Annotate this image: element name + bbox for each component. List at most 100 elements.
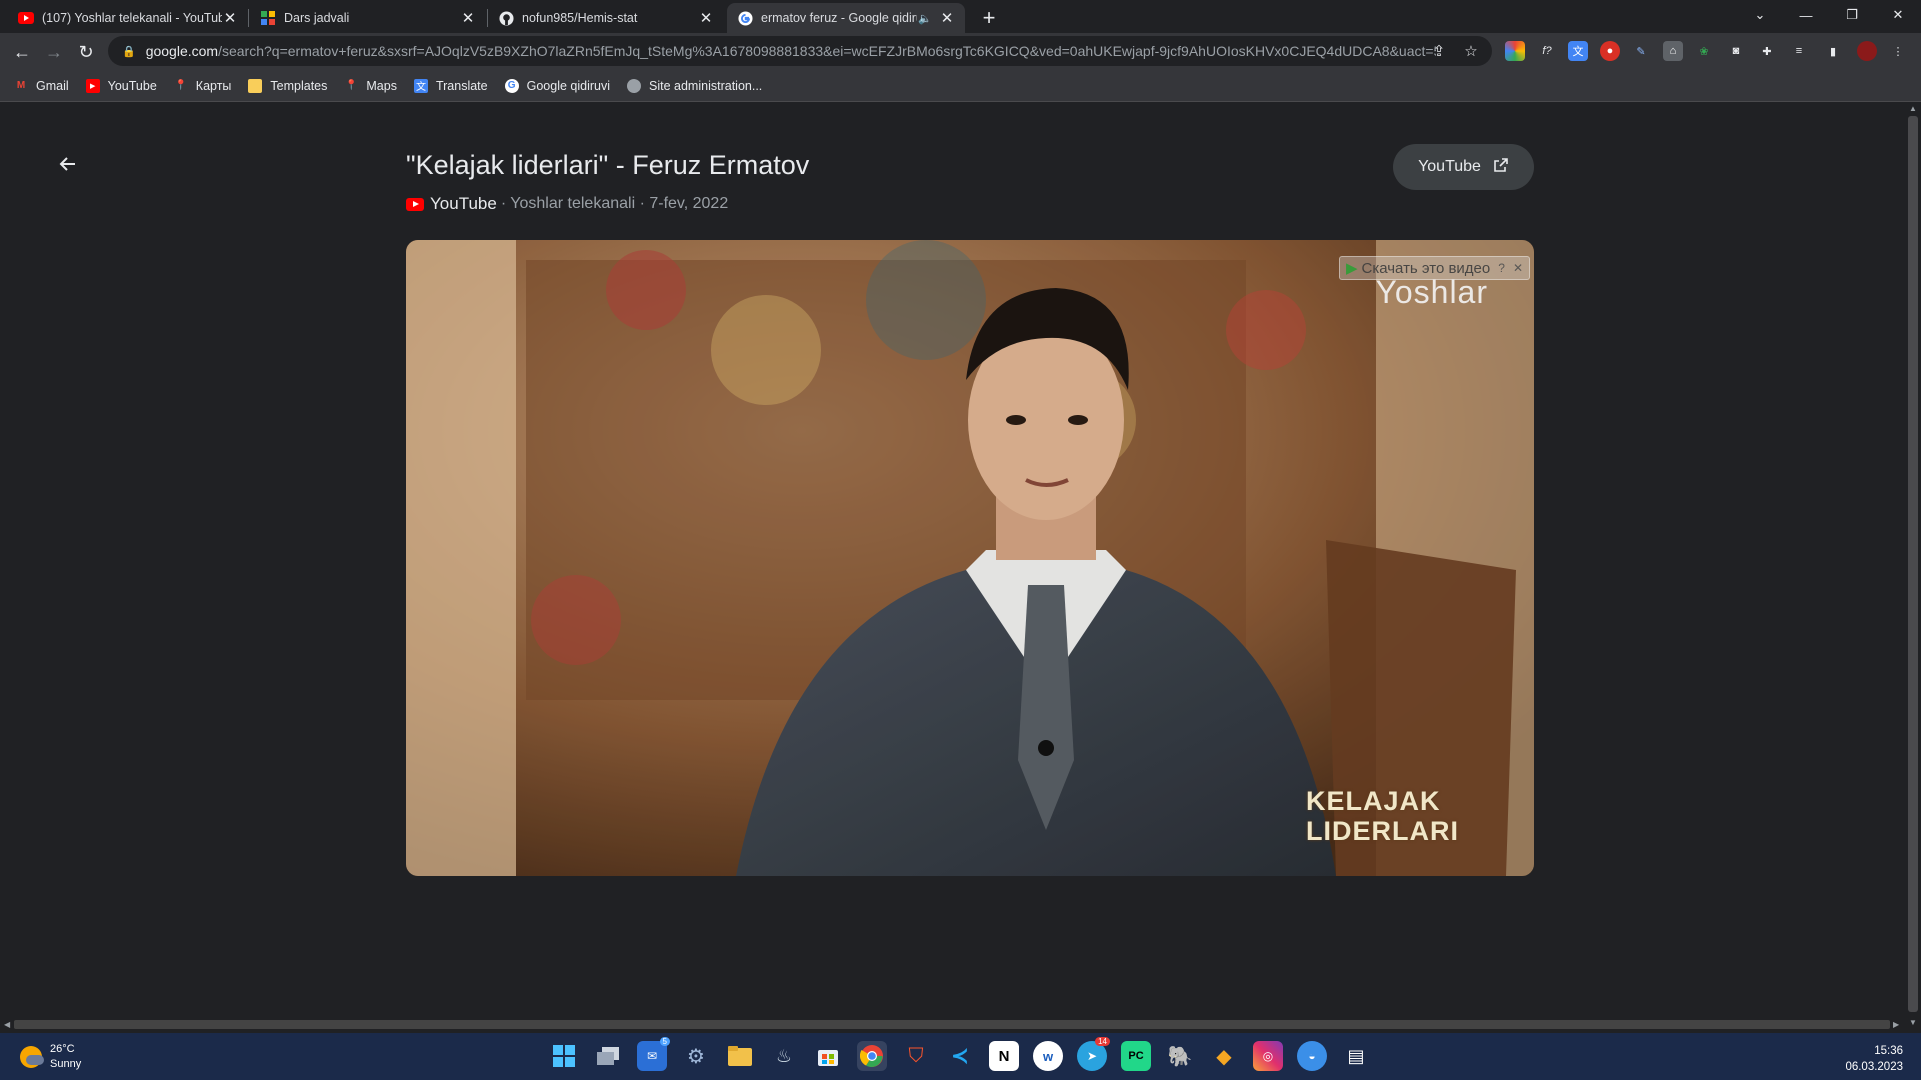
clock-date: 06.03.2023 [1845,1061,1903,1073]
tab-dars-jadvali[interactable]: Dars jadvali ✕ [250,3,486,33]
store-icon[interactable] [813,1041,843,1071]
word-icon[interactable]: w [1033,1041,1063,1071]
close-icon[interactable]: ✕ [222,10,238,27]
telegram-icon[interactable]: ➤ 14 [1077,1037,1110,1071]
clock-time: 15:36 [1874,1045,1903,1057]
bookmark-karty[interactable]: 📍 Карты [174,79,232,93]
bookmark-gmail[interactable]: M Gmail [14,79,69,93]
vscode-icon[interactable]: ≺ [945,1041,975,1071]
video-player[interactable]: ▶ Скачать это видео ? ✕ Yoshlar KELAJAK … [406,240,1534,876]
scroll-left-icon[interactable]: ◀ [4,1020,10,1029]
youtube-icon: ▶ [85,78,100,93]
close-icon[interactable]: ✕ [698,10,714,27]
pen-extension-icon[interactable]: ✎ [1631,41,1651,61]
video-frame [406,240,1534,876]
close-icon[interactable]: ✕ [939,10,955,27]
bookmark-translate[interactable]: 文 Translate [413,78,488,93]
help-icon[interactable]: ? [1498,261,1505,275]
system-clock[interactable]: 15:36 06.03.2023 [1845,1043,1903,1075]
horizontal-scrollbar[interactable]: ◀ ▶ [0,1016,1905,1033]
sheets-icon [260,10,276,26]
tab-title: nofun985/Hemis-stat [522,11,638,25]
weather-condition: Sunny [50,1058,82,1070]
video-preview-panel: "Kelajak liderlari" - Feruz Ermatov YouT… [0,102,1905,1016]
video-title[interactable]: "Kelajak liderlari" - Feruz Ermatov [406,150,809,181]
mail-icon[interactable]: ✉ 5 [637,1037,670,1071]
close-window-icon[interactable]: ✕ [1875,0,1921,30]
forward-icon[interactable]: → [40,38,68,66]
play-icon: ▶ [1345,260,1358,277]
tab-search-icon[interactable]: ⌄ [1737,0,1783,30]
chrome-icon[interactable] [857,1041,887,1071]
brave-icon[interactable]: ⛉ [901,1041,931,1071]
scrollbar-thumb[interactable] [14,1020,1890,1029]
reading-list-icon[interactable]: ≡ [1789,41,1809,61]
external-link-icon [1493,157,1509,178]
avatar[interactable] [1857,41,1877,61]
browser-toolbar: ← → ↻ 🔒 google.com/search?q=ermatov+feru… [0,33,1921,70]
video-source: YouTube [430,194,497,213]
address-bar[interactable]: 🔒 google.com/search?q=ermatov+feruz&sxsr… [108,36,1492,66]
file-explorer-icon[interactable] [725,1041,755,1071]
translate-extension-icon[interactable]: 文 [1568,41,1588,61]
mail-badge: 5 [659,1037,670,1046]
desktop-app-icon[interactable]: ▤ [1341,1041,1371,1071]
bookmark-google-qidiruvi[interactable]: G Google qidiruvi [504,78,610,93]
bookmark-maps[interactable]: 📍 Maps [344,79,397,93]
bookmark-youtube[interactable]: ▶ YouTube [85,78,157,93]
puzzle-extension-icon[interactable]: ✚ [1757,41,1777,61]
scroll-right-icon[interactable]: ▶ [1893,1020,1899,1029]
postgres-icon[interactable]: 🐘 [1165,1041,1195,1071]
bookmark-templates[interactable]: Templates [248,78,327,93]
window-controls: ⌄ — ❐ ✕ [1737,0,1921,30]
tab-github[interactable]: nofun985/Hemis-stat ✕ [488,3,724,33]
tab-google-search[interactable]: ermatov feruz - Google qidiruvi 🔈 ✕ [727,3,965,33]
weather-temp: 26°C [50,1043,75,1055]
weather-widget[interactable]: 26°C Sunny [20,1042,81,1072]
scroll-up-icon[interactable]: ▲ [1909,104,1917,113]
bookmarks-bar: M Gmail ▶ YouTube 📍 Карты Templates 📍 Ma… [0,70,1921,102]
camera-extension-icon[interactable]: ◙ [1726,41,1746,61]
vertical-scrollbar[interactable]: ▲ ▼ [1905,102,1921,1033]
star-icon[interactable]: ☆ [1462,42,1480,60]
restore-icon[interactable]: ❐ [1829,0,1875,30]
tab-youtube[interactable]: (107) Yoshlar telekanali - YouTube ✕ [8,3,248,33]
scrollbar-thumb[interactable] [1908,116,1918,1012]
close-icon[interactable]: ✕ [1513,261,1523,275]
tab-title: ermatov feruz - Google qidiruvi [761,11,917,25]
new-tab-button[interactable]: + [975,4,1003,32]
browser-app-icon[interactable]: ◒ [1297,1041,1327,1071]
task-view-icon[interactable] [593,1041,623,1071]
function-extension-icon[interactable]: f? [1537,41,1557,61]
bookmark-site-administration[interactable]: Site administration... [627,78,762,93]
open-youtube-button[interactable]: YouTube [1393,144,1534,190]
settings-icon[interactable]: ⚙ [681,1041,711,1071]
instagram-icon[interactable]: ◎ [1253,1041,1283,1071]
folder-icon [248,78,263,93]
adblock-extension-icon[interactable]: ● [1600,41,1620,61]
tab-divider [248,9,249,27]
share-icon[interactable]: ⇪ [1430,42,1448,60]
lock-icon: 🔒 [122,45,136,58]
notion-icon[interactable]: N [989,1041,1019,1071]
color-picker-extension-icon[interactable] [1505,41,1525,61]
git-icon[interactable]: ◆ [1209,1041,1239,1071]
back-icon[interactable]: ← [8,38,36,66]
scroll-down-icon[interactable]: ▼ [1909,1018,1917,1027]
minimize-icon[interactable]: — [1783,0,1829,30]
side-panel-icon[interactable]: ▮ [1823,41,1843,61]
pycharm-icon[interactable]: PC [1121,1041,1151,1071]
back-arrow-icon[interactable] [54,150,82,178]
tab-title: Dars jadvali [284,11,350,25]
gmail-icon: M [16,80,26,91]
menu-icon[interactable]: ⋮ [1888,41,1908,61]
taskbar-apps: ✉ 5 ⚙ ♨ ⛉ ≺ N w ➤ 14 PC 🐘 ◆ ◎ ◒ ▤ [549,1037,1385,1073]
speaker-icon[interactable]: 🔈 [917,10,933,26]
telegram-badge: 14 [1095,1037,1110,1046]
steam-icon[interactable]: ♨ [769,1041,799,1071]
close-icon[interactable]: ✕ [460,10,476,27]
start-icon[interactable] [549,1041,579,1071]
leaf-extension-icon[interactable]: ❀ [1694,41,1714,61]
off-extension-icon[interactable]: ⌂ [1663,41,1683,61]
reload-icon[interactable]: ↻ [72,38,100,66]
